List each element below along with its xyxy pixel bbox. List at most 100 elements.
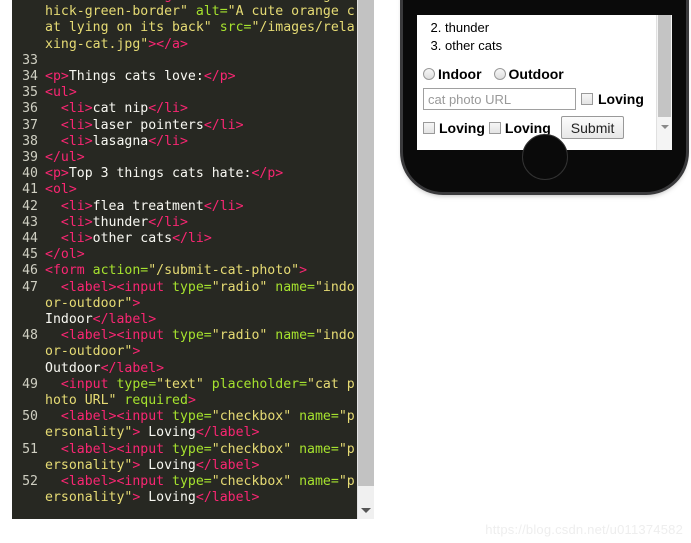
- preview-scrollbar-thumb[interactable]: [658, 15, 671, 117]
- code-token: "/submit-cat-photo": [148, 263, 300, 279]
- editor-scrollbar[interactable]: [357, 0, 374, 519]
- code-token: <li>: [60, 101, 93, 117]
- code-token: </li>: [203, 117, 244, 133]
- line-number: 39: [22, 150, 38, 166]
- code-token: Loving: [140, 457, 196, 473]
- code-token: >: [187, 393, 196, 409]
- code-token: >: [132, 344, 141, 360]
- line-number: 33: [22, 52, 38, 68]
- code-token: <li>: [60, 133, 93, 149]
- radio-outdoor[interactable]: [493, 68, 506, 80]
- submit-button[interactable]: Submit: [560, 116, 625, 139]
- code-token: Loving: [140, 490, 196, 506]
- chevron-down-icon: [660, 125, 669, 129]
- code-line: 47 <label><input type="radio" name="indo…: [12, 280, 357, 329]
- code-line: 43 <li>thunder</li>: [12, 215, 357, 231]
- code-token: other cats: [92, 231, 173, 247]
- checkbox-loving-3[interactable]: [488, 121, 501, 134]
- code-token: flea treatment: [92, 198, 204, 214]
- phone-mockup: thunder other cats Indoor Outdoor Loving…: [403, 0, 686, 192]
- code-token: <p>: [45, 166, 69, 182]
- code-line: 40 <p>Top 3 things cats hate:</p>: [12, 166, 357, 182]
- radio-outdoor-label[interactable]: Outdoor: [509, 66, 564, 82]
- code-line-text: <li>lasagna</li>: [45, 134, 357, 150]
- code-token: action=: [92, 263, 149, 279]
- code-token: thunder: [92, 214, 149, 230]
- url-input-row: Loving: [423, 88, 651, 110]
- code-line: 49 <input type="text" placeholder="cat p…: [12, 377, 357, 409]
- line-number: 32: [12, 0, 45, 4]
- code-token: </li>: [148, 101, 188, 117]
- code-token: ></a>: [148, 36, 188, 52]
- checkbox-loving-1[interactable]: [581, 93, 593, 105]
- code-line-text: <li>laser pointers</li>: [45, 118, 357, 134]
- chevron-down-icon: [361, 507, 371, 513]
- cat-photo-url-input[interactable]: [423, 88, 576, 110]
- code-line-text: </ul>: [45, 150, 357, 166]
- radio-indoor[interactable]: [423, 68, 435, 80]
- code-line-text: <label><input type="checkbox" name="pers…: [45, 442, 357, 474]
- line-number: 52: [22, 474, 38, 490]
- code-line: 45 </ol>: [12, 247, 357, 263]
- code-token: <li>: [60, 231, 93, 247]
- code-line: 38 <li>lasagna</li>: [12, 134, 357, 150]
- code-token: </label>: [195, 490, 260, 506]
- code-line: 39 </ul>: [12, 150, 357, 166]
- phone-screen[interactable]: thunder other cats Indoor Outdoor Loving…: [417, 15, 672, 150]
- code-token: cat nip: [92, 101, 149, 117]
- code-token: </label>: [100, 360, 165, 376]
- code-line: 41 <ol>: [12, 182, 357, 198]
- checkbox-loving-2-label[interactable]: Loving: [439, 120, 485, 136]
- line-number: 38: [22, 133, 38, 149]
- line-number: 45: [22, 247, 38, 263]
- code-line: 46 <form action="/submit-cat-photo">: [12, 263, 357, 279]
- radio-indoor-label[interactable]: Indoor: [438, 66, 482, 82]
- code-line-text: <li>flea treatment</li>: [45, 199, 357, 215]
- code-token: type=: [172, 279, 212, 295]
- code-token: <label><input: [60, 474, 173, 490]
- preview-scroll-down-arrow[interactable]: [657, 119, 672, 135]
- scroll-down-arrow-icon[interactable]: [358, 502, 374, 518]
- line-number: 46: [22, 263, 38, 279]
- phone-home-button[interactable]: [521, 134, 568, 180]
- code-editor-panel[interactable]: 32<a href="#"><img class="smaller-image …: [12, 0, 357, 519]
- checkbox-loving-1-label[interactable]: Loving: [598, 91, 644, 107]
- code-line-text: <ul>: [45, 85, 357, 101]
- code-line: 32<a href="#"><img class="smaller-image …: [12, 0, 357, 53]
- preview-scrollbar[interactable]: [656, 15, 672, 150]
- code-line-text: [45, 53, 357, 69]
- code-token: "checkbox": [211, 409, 292, 425]
- code-token: laser pointers: [92, 117, 204, 133]
- code-line-text: <label><input type="checkbox" name="pers…: [45, 474, 357, 506]
- code-token: >: [132, 295, 141, 311]
- line-number: 44: [22, 231, 38, 247]
- code-line: 51 <label><input type="checkbox" name="p…: [12, 442, 357, 474]
- code-token: <input: [60, 376, 117, 392]
- code-token: <label><input: [60, 441, 173, 457]
- line-number: 40: [22, 166, 38, 182]
- code-line-text: <form action="/submit-cat-photo">: [45, 263, 357, 279]
- code-token: name=: [299, 474, 339, 490]
- editor-scrollbar-thumb[interactable]: [358, 0, 374, 486]
- checkbox-loving-2[interactable]: [423, 121, 435, 134]
- code-token: Top 3 things cats hate:: [68, 166, 252, 182]
- code-token: type=: [172, 328, 212, 344]
- code-token: <ul>: [45, 85, 77, 101]
- indoor-outdoor-radio-group: Indoor Outdoor: [423, 66, 651, 82]
- code-token: placeholder=: [211, 376, 308, 392]
- code-editor-content[interactable]: 32<a href="#"><img class="smaller-image …: [12, 0, 357, 507]
- code-token: >: [299, 263, 308, 279]
- line-number: 37: [22, 117, 38, 133]
- code-line: 50 <label><input type="checkbox" name="p…: [12, 409, 357, 441]
- code-token: </label>: [92, 312, 157, 328]
- cats-hate-list: thunder other cats: [445, 19, 651, 55]
